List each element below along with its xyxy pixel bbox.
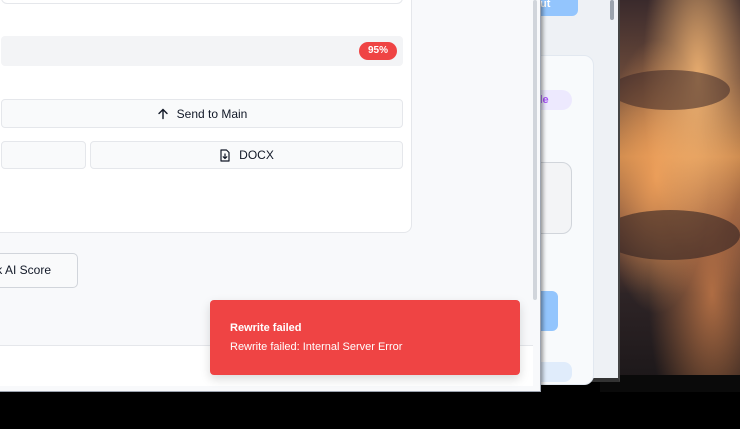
background-window[interactable]: ut nple (520, 0, 620, 385)
wallpaper-horizon (600, 375, 740, 392)
check-ai-score-label: k AI Score (0, 263, 51, 277)
toast-title: Rewrite failed (230, 322, 302, 334)
wallpaper-cloud (610, 70, 730, 110)
wallpaper-cloud (600, 210, 740, 260)
send-to-main-label: Send to Main (176, 106, 248, 121)
docx-label: DOCX (239, 148, 274, 162)
file-download-icon (219, 148, 231, 162)
text-input-area[interactable] (1, 0, 403, 4)
send-to-main-button[interactable]: Send to Main (1, 99, 403, 128)
score-badge: 95% (358, 42, 397, 60)
export-button[interactable] (1, 141, 86, 169)
toast-message: Rewrite failed: Internal Server Error (230, 341, 403, 353)
desktop-wallpaper (600, 0, 740, 392)
editor-panel: 95% Send to Main DOCX (0, 0, 412, 233)
window-scrollbar[interactable] (533, 0, 537, 300)
arrow-up-icon (157, 108, 169, 120)
error-toast[interactable]: Rewrite failed Rewrite failed: Internal … (210, 300, 520, 375)
score-row: 95% (1, 36, 403, 66)
docx-button[interactable]: DOCX (90, 141, 403, 169)
background-scrollbar[interactable] (610, 0, 614, 20)
check-ai-score-button[interactable]: k AI Score (0, 253, 78, 288)
background-top-button-label: ut (540, 0, 551, 10)
